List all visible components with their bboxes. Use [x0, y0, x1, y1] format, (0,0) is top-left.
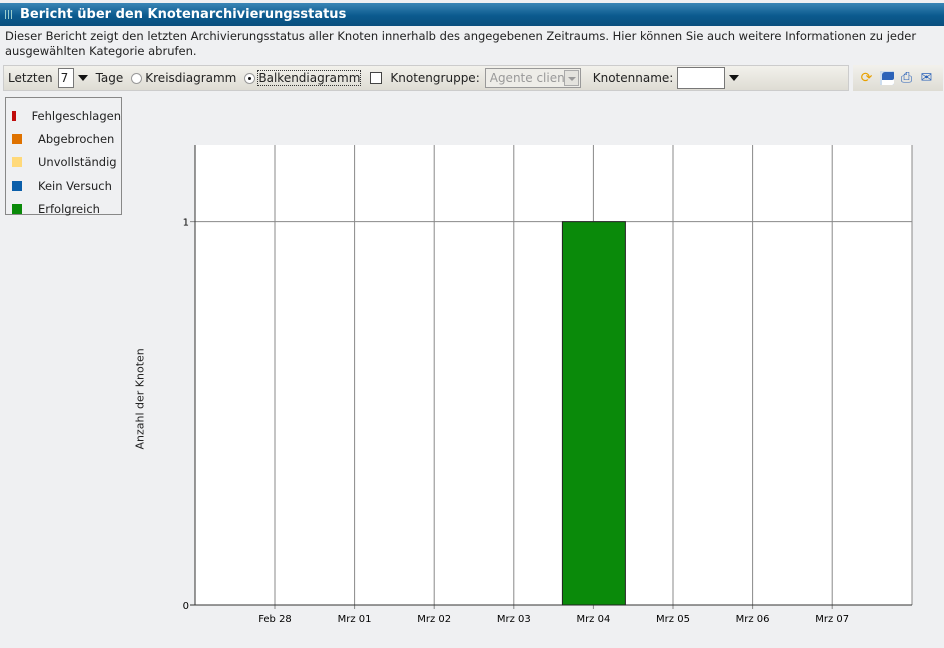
- bar-chart: Feb 28 Mrz 01 Mrz 02 Mrz 03 Mrz 04 Mrz 05 Mrz …: [183, 145, 913, 625]
- plot-area: [195, 145, 912, 605]
- y-tick-label: 1: [183, 218, 189, 229]
- x-tick-label: Mrz 07: [815, 614, 849, 625]
- y-tick-label: 0: [183, 601, 189, 612]
- x-tick-label: Mrz 02: [417, 614, 451, 625]
- x-tick-label: Mrz 04: [576, 614, 610, 625]
- x-tick-label: Mrz 03: [497, 614, 531, 625]
- x-tick-label: Mrz 06: [736, 614, 770, 625]
- x-tick-label: Feb 28: [258, 614, 292, 625]
- bar-erfolgreich: [561, 221, 626, 606]
- x-tick-label: Mrz 05: [656, 614, 690, 625]
- x-tick-label: Mrz 01: [338, 614, 372, 625]
